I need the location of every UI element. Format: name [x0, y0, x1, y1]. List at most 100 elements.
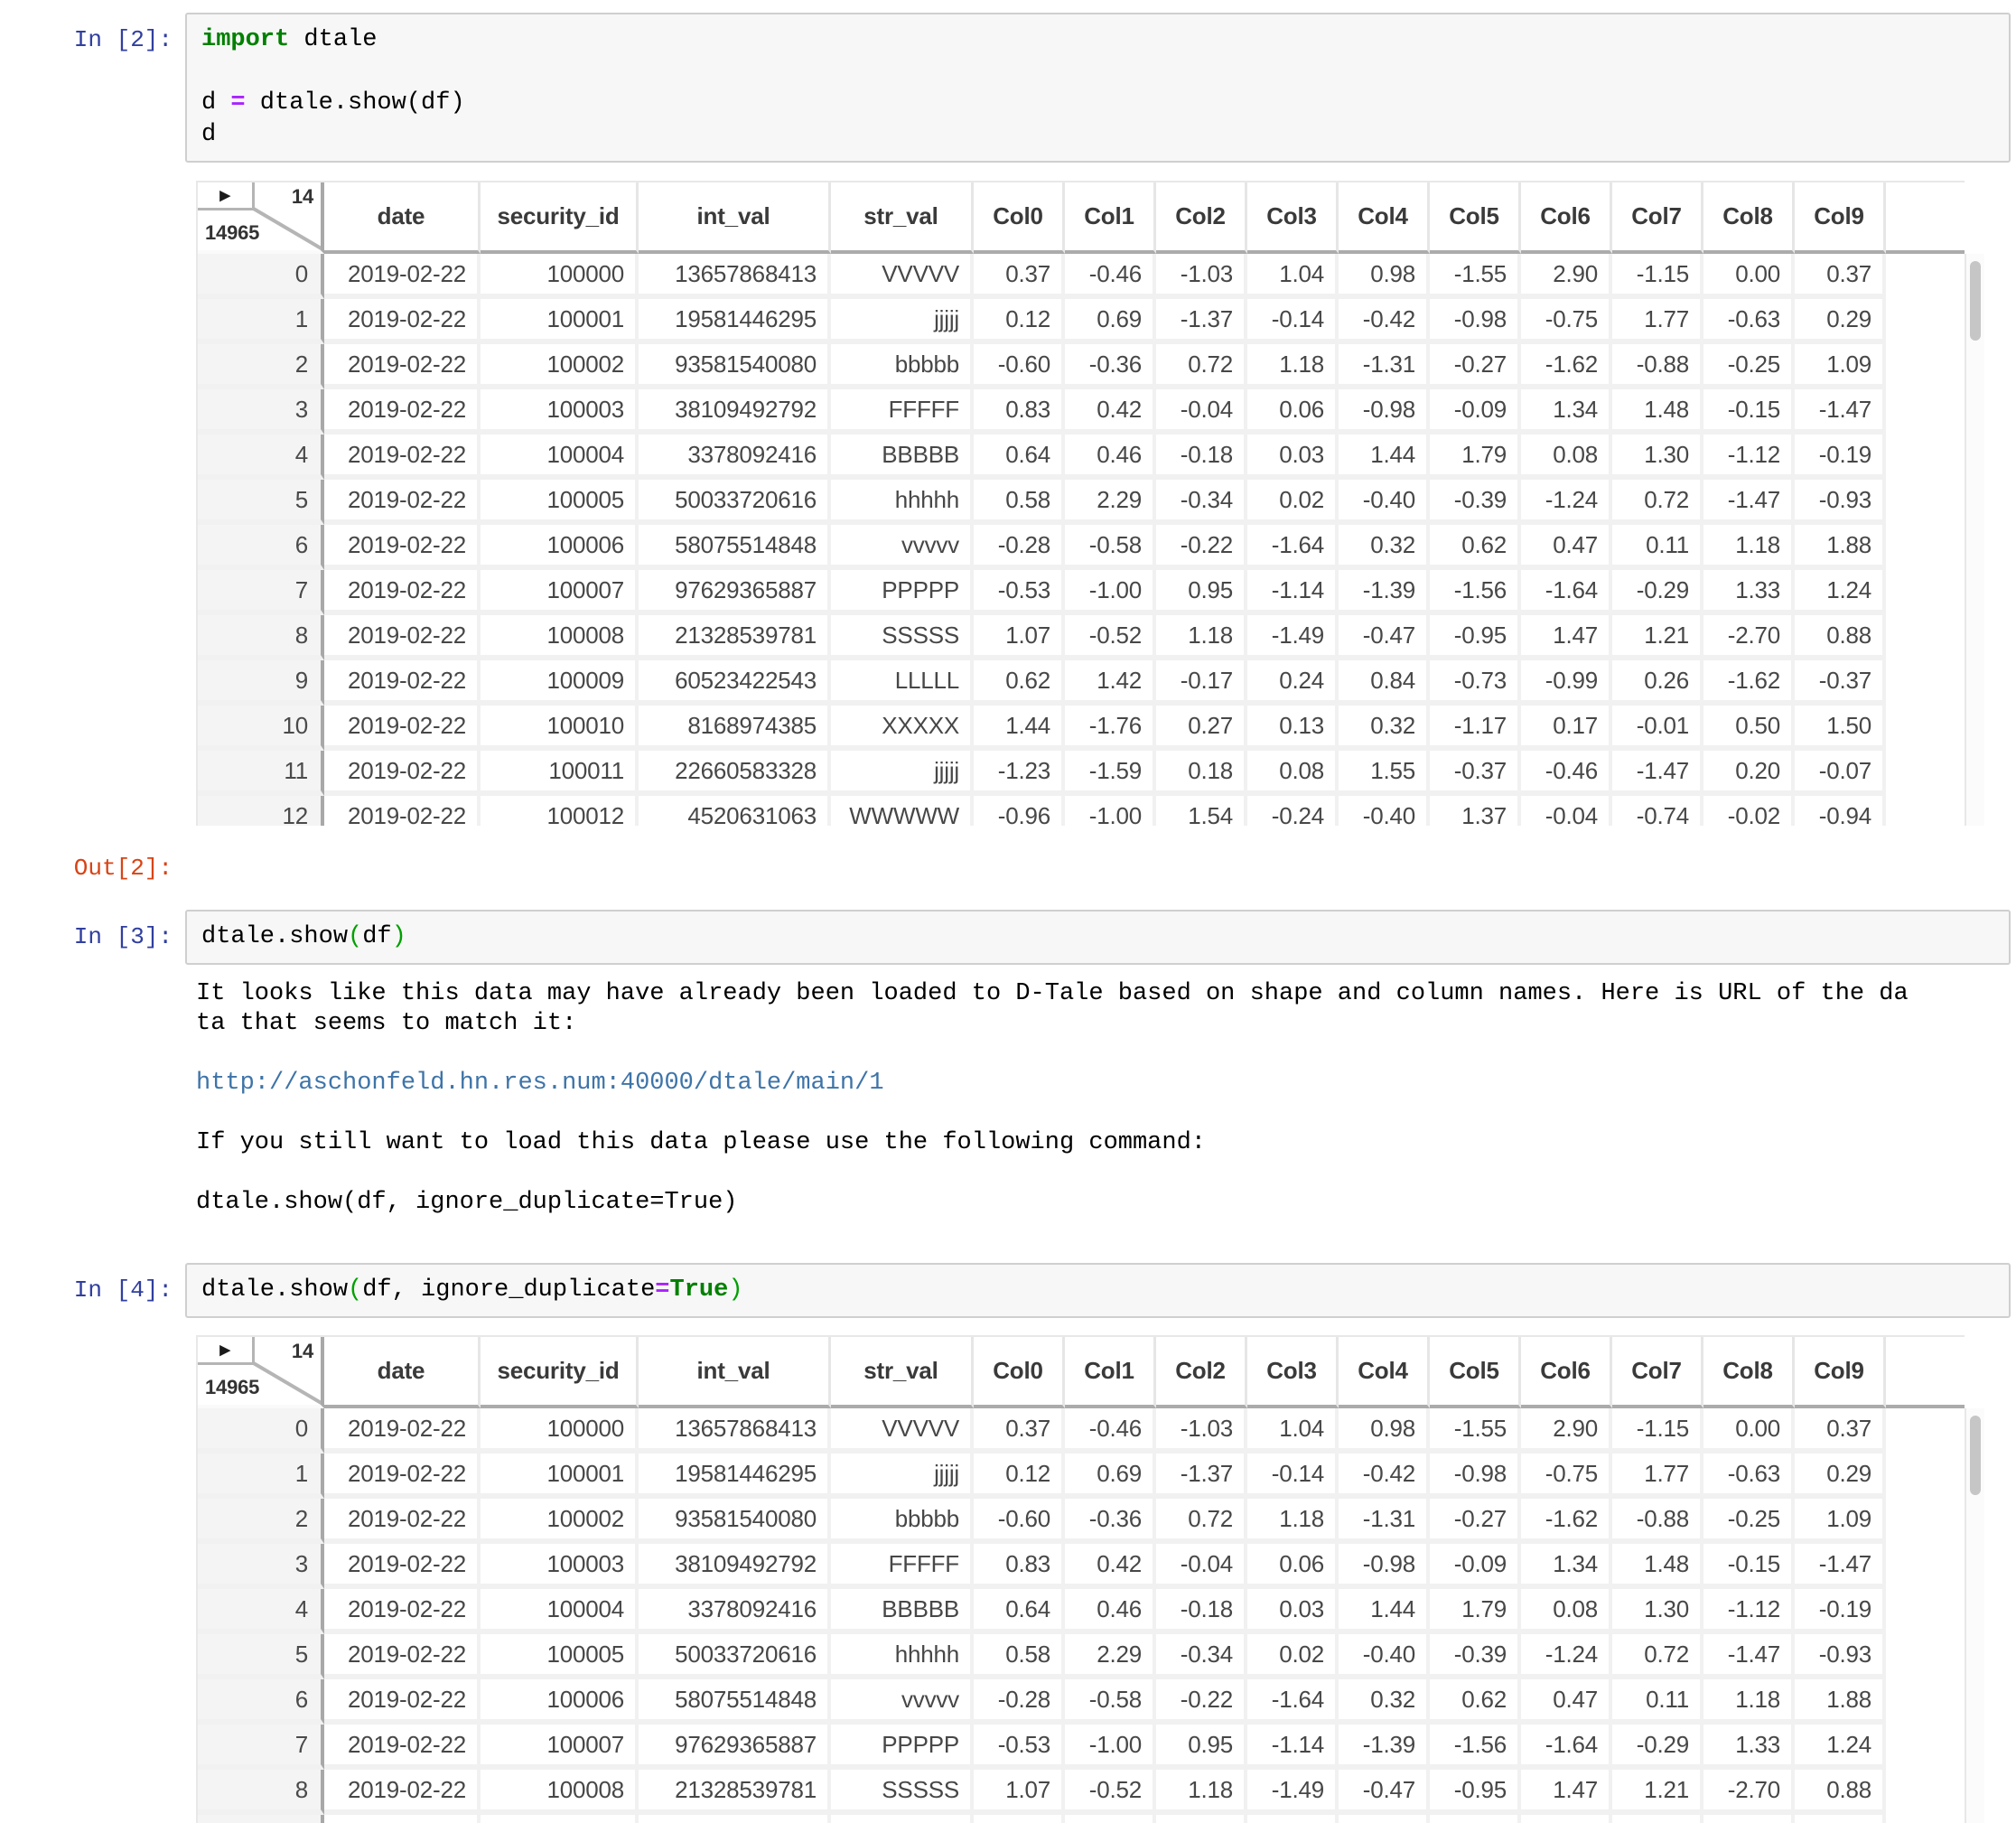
table-cell[interactable]: 100012: [481, 796, 639, 826]
column-header[interactable]: security_id: [481, 1337, 639, 1408]
table-cell[interactable]: -0.52: [1065, 615, 1156, 660]
table-cell[interactable]: 0.47: [1521, 525, 1612, 570]
table-cell[interactable]: -0.28: [974, 525, 1065, 570]
table-cell[interactable]: 2019-02-22: [324, 1679, 481, 1725]
table-cell[interactable]: -0.46: [1521, 751, 1612, 796]
table-cell[interactable]: 19581446295: [639, 299, 831, 344]
table-cell[interactable]: 0.64: [974, 435, 1065, 480]
table-cell[interactable]: 22660583328: [639, 751, 831, 796]
table-cell[interactable]: -1.62: [1521, 1499, 1612, 1544]
table-cell[interactable]: WWWWW: [831, 796, 974, 826]
column-header[interactable]: Col1: [1065, 1337, 1156, 1408]
table-cell[interactable]: 0.00: [1703, 254, 1795, 299]
table-cell[interactable]: -1.47: [1703, 1634, 1795, 1679]
table-cell[interactable]: 0.12: [974, 299, 1065, 344]
table-cell[interactable]: 0.26: [1612, 660, 1703, 706]
table-cell[interactable]: -0.02: [1703, 796, 1795, 826]
table-cell[interactable]: 2019-02-22: [324, 1725, 481, 1770]
column-header[interactable]: str_val: [831, 1337, 974, 1408]
table-cell[interactable]: bbbbb: [831, 344, 974, 389]
table-cell[interactable]: -1.47: [1703, 480, 1795, 525]
table-cell[interactable]: 1.09: [1795, 344, 1886, 389]
table-cell[interactable]: -0.74: [1612, 796, 1703, 826]
table-cell[interactable]: -1.49: [1247, 1770, 1339, 1815]
dtale-url-link[interactable]: http://aschonfeld.hn.res.num:40000/dtale…: [196, 1070, 884, 1097]
table-cell[interactable]: -0.24: [1247, 796, 1339, 826]
table-cell[interactable]: 0.42: [1065, 389, 1156, 435]
table-cell[interactable]: -0.98: [1430, 1454, 1521, 1499]
table-cell[interactable]: 0.29: [1795, 1454, 1886, 1499]
table-cell[interactable]: -1.47: [1795, 1544, 1886, 1589]
table-cell[interactable]: 2019-02-22: [324, 299, 481, 344]
table-cell[interactable]: 1.18: [1703, 1679, 1795, 1725]
table-cell[interactable]: -0.15: [1703, 1544, 1795, 1589]
table-cell[interactable]: -0.60: [974, 1499, 1065, 1544]
table-cell[interactable]: -0.01: [1612, 706, 1703, 751]
table-cell[interactable]: 13657868413: [639, 1408, 831, 1454]
scrollbar-thumb[interactable]: [1970, 261, 1981, 341]
table-cell[interactable]: -1.14: [1247, 1725, 1339, 1770]
table-cell[interactable]: 2019-02-22: [324, 751, 481, 796]
table-cell[interactable]: 8168974385: [639, 706, 831, 751]
table-cell[interactable]: -0.99: [1521, 1815, 1612, 1823]
table-cell[interactable]: 0.17: [1521, 706, 1612, 751]
table-cell[interactable]: 2019-02-22: [324, 344, 481, 389]
table-cell[interactable]: -0.40: [1339, 480, 1430, 525]
table-cell[interactable]: -0.75: [1521, 299, 1612, 344]
table-cell[interactable]: -0.63: [1703, 1454, 1795, 1499]
table-cell[interactable]: -0.27: [1430, 1499, 1521, 1544]
vertical-scrollbar[interactable]: [1965, 254, 1984, 826]
table-cell[interactable]: 1.33: [1703, 570, 1795, 615]
table-cell[interactable]: 21328539781: [639, 615, 831, 660]
table-cell[interactable]: 1.77: [1612, 1454, 1703, 1499]
table-cell[interactable]: 1.04: [1247, 1408, 1339, 1454]
table-cell[interactable]: SSSSS: [831, 615, 974, 660]
table-cell[interactable]: 100007: [481, 1725, 639, 1770]
table-cell[interactable]: 0.58: [974, 480, 1065, 525]
table-cell[interactable]: 2.90: [1521, 254, 1612, 299]
table-cell[interactable]: -1.23: [974, 751, 1065, 796]
column-header[interactable]: Col7: [1612, 182, 1703, 254]
table-cell[interactable]: 1.79: [1430, 435, 1521, 480]
table-cell[interactable]: 100004: [481, 435, 639, 480]
column-header[interactable]: Col4: [1339, 1337, 1430, 1408]
table-cell[interactable]: 0.12: [974, 1454, 1065, 1499]
table-cell[interactable]: -0.37: [1795, 1815, 1886, 1823]
table-cell[interactable]: BBBBB: [831, 1589, 974, 1634]
table-cell[interactable]: 0.11: [1612, 525, 1703, 570]
table-cell[interactable]: 0.72: [1612, 480, 1703, 525]
table-cell[interactable]: -0.52: [1065, 1770, 1156, 1815]
table-cell[interactable]: 100006: [481, 525, 639, 570]
table-cell[interactable]: 0.46: [1065, 435, 1156, 480]
table-cell[interactable]: 100010: [481, 706, 639, 751]
table-cell[interactable]: 0.88: [1795, 615, 1886, 660]
table-cell[interactable]: -0.40: [1339, 796, 1430, 826]
column-header[interactable]: Col6: [1521, 182, 1612, 254]
table-cell[interactable]: PPPPP: [831, 570, 974, 615]
table-cell[interactable]: -1.62: [1703, 660, 1795, 706]
table-cell[interactable]: -1.12: [1703, 1589, 1795, 1634]
table-cell[interactable]: VVVVV: [831, 254, 974, 299]
table-cell[interactable]: PPPPP: [831, 1725, 974, 1770]
table-cell[interactable]: 38109492792: [639, 389, 831, 435]
table-cell[interactable]: 2019-02-22: [324, 1634, 481, 1679]
table-cell[interactable]: -1.37: [1156, 299, 1247, 344]
table-cell[interactable]: -0.94: [1795, 796, 1886, 826]
table-cell[interactable]: 0.24: [1247, 1815, 1339, 1823]
table-cell[interactable]: 0.72: [1156, 344, 1247, 389]
code-editor[interactable]: dtale.show(df, ignore_duplicate=True): [185, 1263, 2011, 1318]
table-cell[interactable]: 1.24: [1795, 1725, 1886, 1770]
column-header[interactable]: int_val: [639, 182, 831, 254]
table-cell[interactable]: -1.62: [1521, 344, 1612, 389]
table-cell[interactable]: 93581540080: [639, 1499, 831, 1544]
table-cell[interactable]: 100008: [481, 1770, 639, 1815]
table-cell[interactable]: -0.60: [974, 344, 1065, 389]
table-cell[interactable]: 0.08: [1521, 1589, 1612, 1634]
table-cell[interactable]: 2019-02-22: [324, 570, 481, 615]
table-cell[interactable]: 1.34: [1521, 1544, 1612, 1589]
table-cell[interactable]: -0.19: [1795, 435, 1886, 480]
column-header[interactable]: str_val: [831, 182, 974, 254]
table-cell[interactable]: 2.29: [1065, 480, 1156, 525]
table-cell[interactable]: 1.04: [1247, 254, 1339, 299]
table-cell[interactable]: -0.17: [1156, 1815, 1247, 1823]
